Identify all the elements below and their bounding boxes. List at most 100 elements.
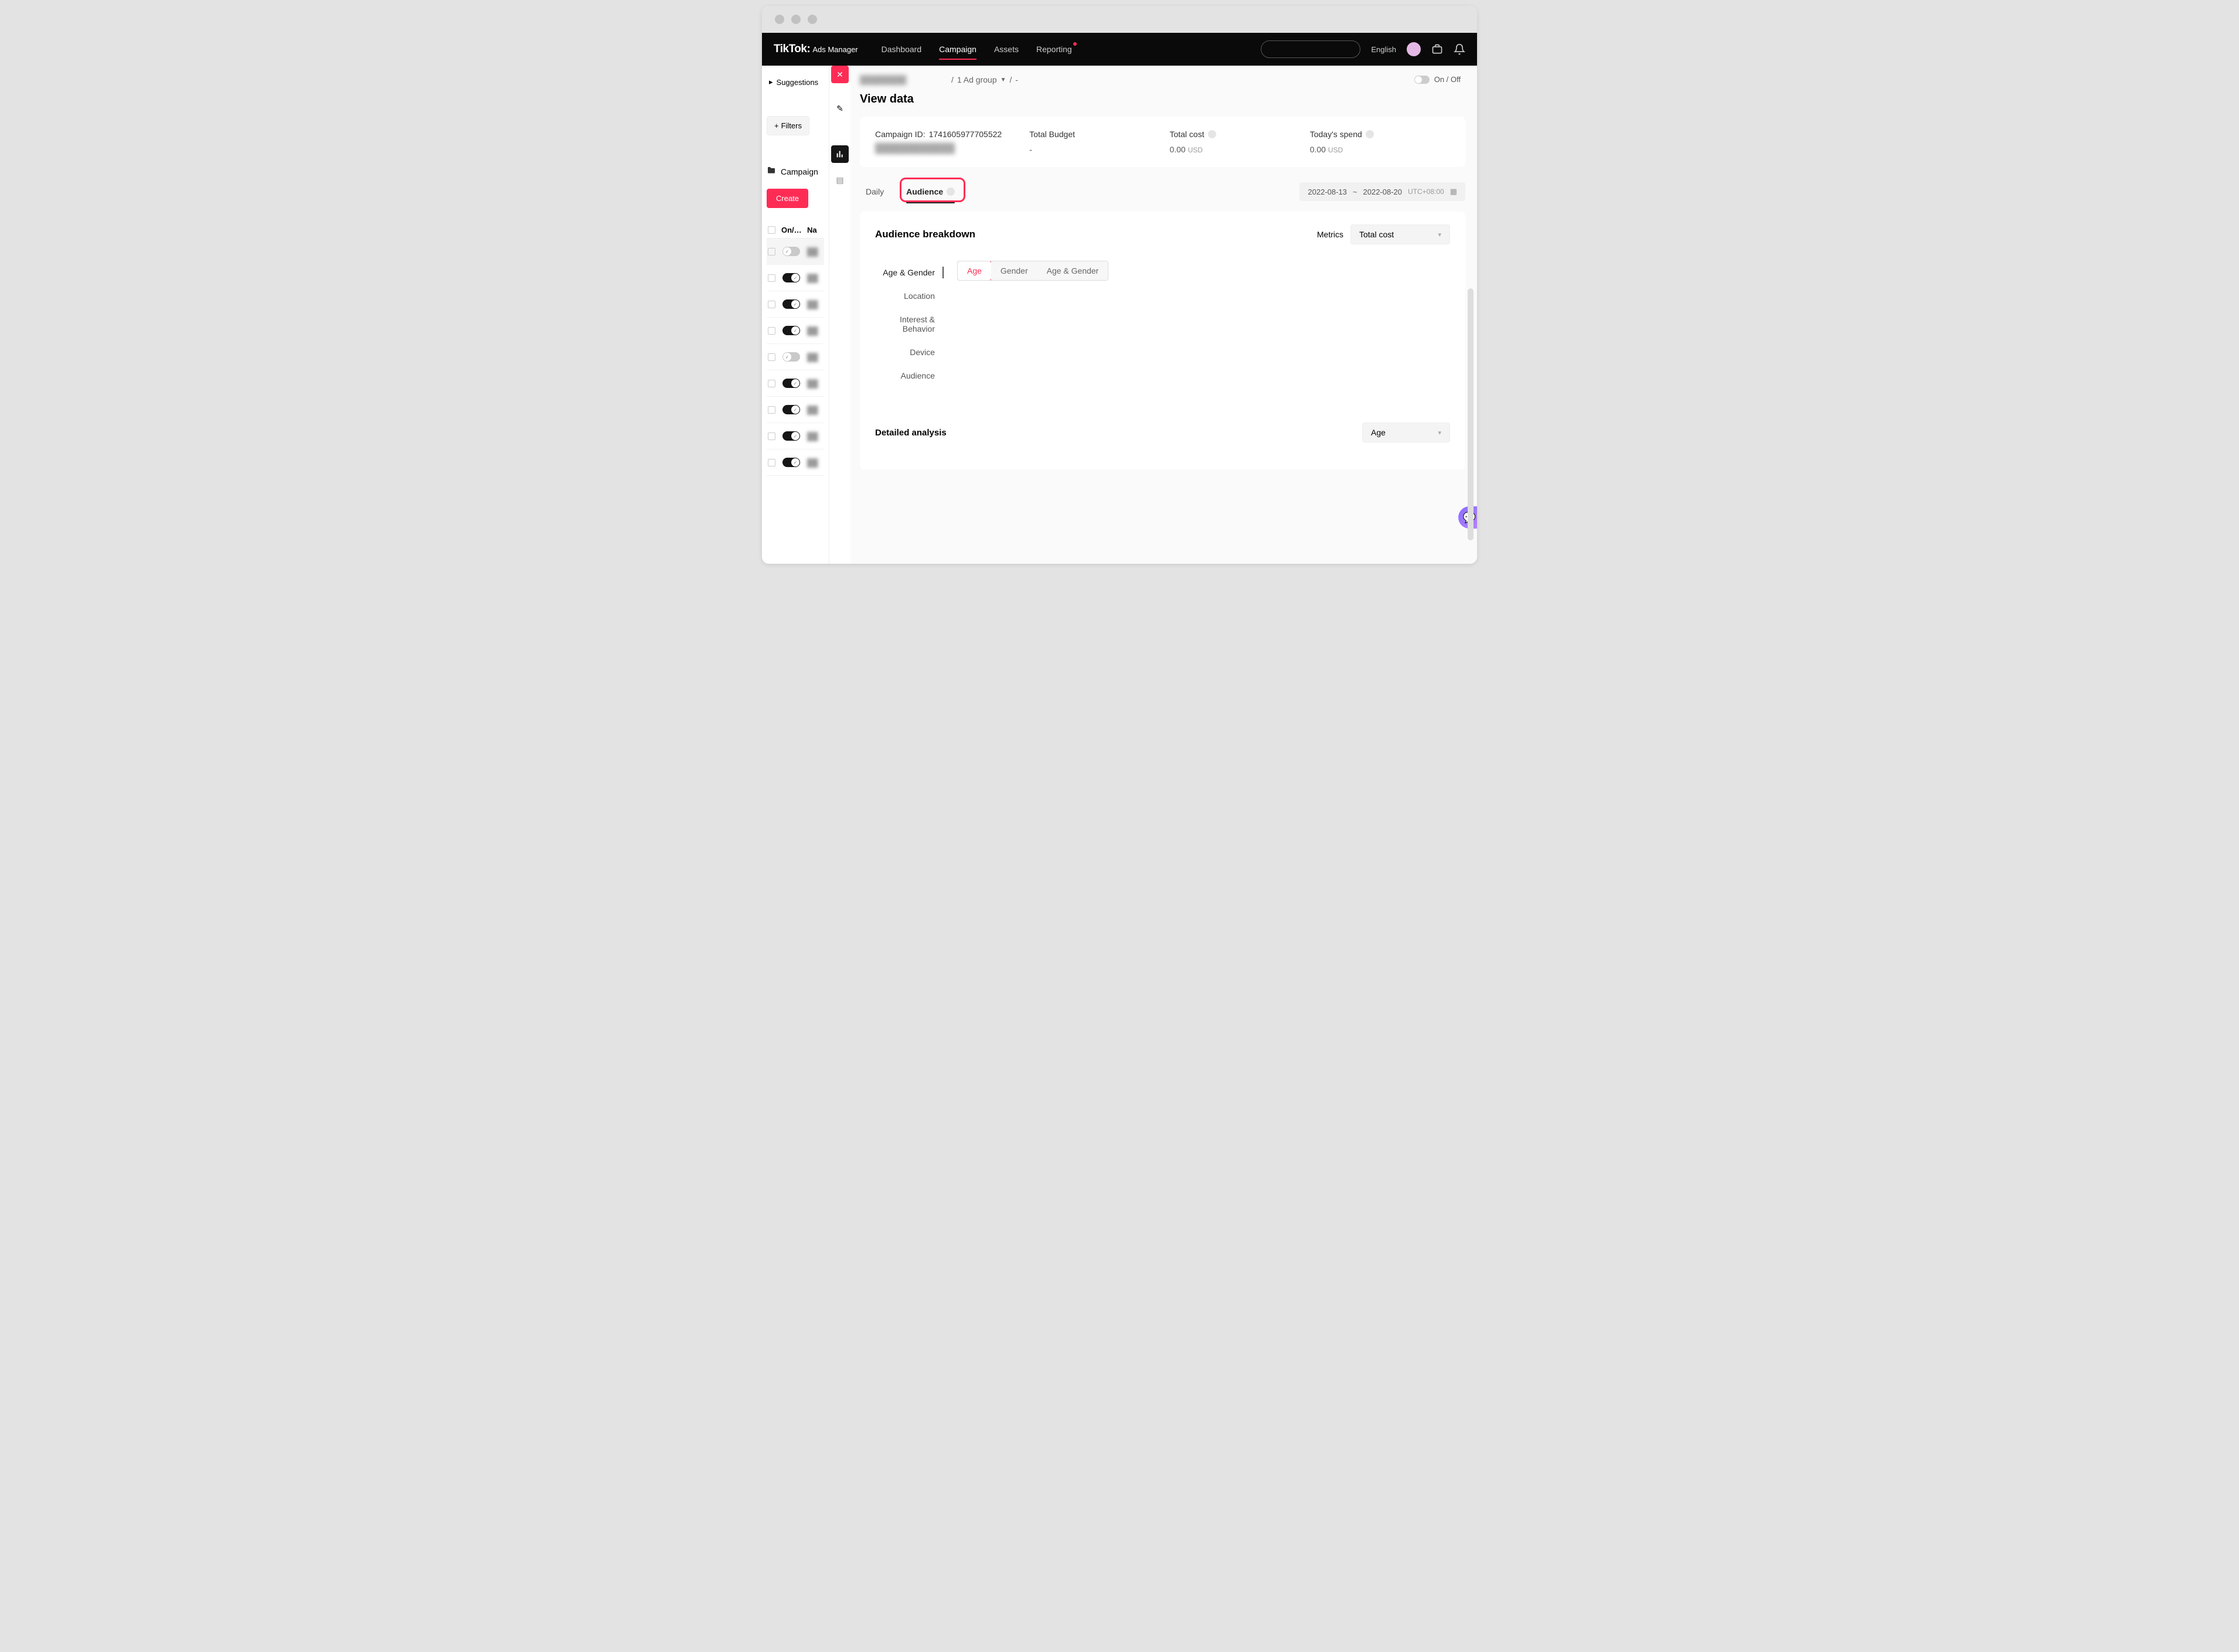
nav-campaign[interactable]: Campaign: [939, 40, 976, 59]
table-row[interactable]: ✓ ██: [767, 239, 824, 265]
traffic-light-close[interactable]: [775, 15, 784, 24]
crumb-campaign-name[interactable]: ████████: [860, 75, 948, 84]
main-content: ████████ / 1 Ad group ▼ / - On / Off Vie…: [850, 66, 1477, 564]
col-name: Na: [807, 226, 817, 234]
suggestions-row[interactable]: ▸ Suggestions: [767, 73, 824, 91]
row-toggle[interactable]: ✓: [782, 247, 800, 256]
side-age-gender[interactable]: Age & Gender: [875, 261, 945, 284]
table-row[interactable]: ✓██: [767, 265, 824, 291]
nav-reporting-label: Reporting: [1036, 45, 1072, 54]
nav-right: English: [1261, 40, 1465, 58]
nav-assets[interactable]: Assets: [994, 40, 1019, 59]
tab-daily[interactable]: Daily: [860, 183, 890, 200]
row-checkbox[interactable]: [768, 432, 775, 440]
campaign-name-blurred: ████████████: [875, 144, 1029, 154]
seg-gender[interactable]: Gender: [991, 261, 1037, 280]
brand-subtitle: Ads Manager: [812, 45, 858, 54]
create-button[interactable]: Create: [767, 189, 808, 208]
side-audience[interactable]: Audience: [875, 364, 945, 387]
row-checkbox[interactable]: [768, 248, 775, 256]
calendar-icon: ▦: [1450, 187, 1457, 196]
breakdown-panel: Audience breakdown Metrics Total cost ▾ …: [860, 212, 1465, 469]
table-row[interactable]: ✓ ██: [767, 397, 824, 423]
date-sep: ~: [1353, 188, 1357, 196]
edit-icon[interactable]: ✎: [831, 100, 849, 117]
help-icon[interactable]: [1208, 130, 1216, 138]
row-checkbox[interactable]: [768, 406, 775, 414]
table-row[interactable]: ✓ ██: [767, 318, 824, 344]
row-toggle[interactable]: ✓: [782, 299, 800, 309]
row-name-blurred: ██: [807, 326, 818, 335]
row-toggle[interactable]: ✓: [782, 431, 800, 441]
table-row[interactable]: ✓██: [767, 291, 824, 318]
table-row[interactable]: ✓ ██: [767, 344, 824, 370]
row-name-blurred: ██: [807, 406, 818, 414]
total-budget-value: -: [1029, 145, 1169, 154]
row-name-blurred: ██: [807, 353, 818, 362]
row-toggle[interactable]: ✓: [782, 458, 800, 467]
nav-reporting[interactable]: Reporting: [1036, 40, 1072, 59]
toggle-switch[interactable]: [1414, 76, 1430, 84]
date-range-picker[interactable]: 2022-08-13 ~ 2022-08-20 UTC+08:00 ▦: [1299, 182, 1465, 201]
row-checkbox[interactable]: [768, 274, 775, 282]
help-icon[interactable]: [1366, 130, 1374, 138]
row-toggle[interactable]: ✓: [782, 405, 800, 414]
breakdown-side-nav: Age & Gender Location Interest & Behavio…: [875, 261, 945, 387]
chevron-down-icon[interactable]: ▼: [1001, 77, 1006, 83]
on-label: On: [1434, 75, 1444, 84]
date-to: 2022-08-20: [1363, 188, 1403, 196]
table-row[interactable]: ✓ ██: [767, 423, 824, 449]
side-device[interactable]: Device: [875, 340, 945, 364]
table-row[interactable]: ✓██: [767, 449, 824, 476]
row-checkbox[interactable]: [768, 301, 775, 308]
caret-right-icon: ▸: [769, 77, 773, 87]
help-icon[interactable]: [947, 188, 955, 196]
nav-links: Dashboard Campaign Assets Reporting: [882, 40, 1072, 59]
filters-button[interactable]: + Filters: [767, 116, 809, 135]
detail-select[interactable]: Age ▾: [1362, 423, 1450, 442]
side-location[interactable]: Location: [875, 284, 945, 308]
on-off-toggle[interactable]: On / Off: [1414, 75, 1461, 84]
row-name-blurred: ██: [807, 432, 818, 441]
row-name-blurred: ██: [807, 247, 818, 256]
row-checkbox[interactable]: [768, 353, 775, 361]
bell-icon[interactable]: [1454, 43, 1465, 55]
filters-label: Filters: [781, 121, 802, 130]
row-toggle[interactable]: ✓: [782, 352, 800, 362]
row-toggle[interactable]: ✓: [782, 379, 800, 388]
seg-age-gender[interactable]: Age & Gender: [1037, 261, 1108, 280]
tab-audience[interactable]: Audience: [900, 183, 961, 200]
crumb-adgroup[interactable]: 1 Ad group: [957, 75, 997, 84]
close-panel-button[interactable]: ✕: [831, 66, 849, 83]
row-checkbox[interactable]: [768, 380, 775, 387]
total-cost-currency: USD: [1188, 146, 1203, 154]
select-all-checkbox[interactable]: [768, 226, 775, 234]
business-icon[interactable]: [1431, 43, 1443, 55]
user-avatar[interactable]: [1407, 42, 1421, 56]
scrollbar[interactable]: [1468, 288, 1474, 540]
seg-age[interactable]: Age: [957, 261, 992, 281]
traffic-light-max[interactable]: [808, 15, 817, 24]
search-input[interactable]: [1261, 40, 1360, 58]
document-icon[interactable]: ▤: [831, 171, 849, 189]
detail-select-value: Age: [1371, 428, 1386, 437]
row-toggle[interactable]: ✓: [782, 326, 800, 335]
row-checkbox[interactable]: [768, 327, 775, 335]
metrics-select[interactable]: Total cost ▾: [1350, 224, 1450, 244]
campaign-folder-row[interactable]: Campaign: [767, 166, 824, 177]
row-toggle[interactable]: ✓: [782, 273, 800, 282]
app-window: TikTok: Ads Manager Dashboard Campaign A…: [762, 6, 1477, 564]
total-cost-label: Total cost: [1169, 130, 1204, 139]
plus-icon: +: [774, 121, 779, 130]
suggestions-label: Suggestions: [777, 78, 819, 87]
traffic-light-min[interactable]: [791, 15, 801, 24]
nav-dashboard[interactable]: Dashboard: [882, 40, 922, 59]
row-checkbox[interactable]: [768, 459, 775, 466]
date-from: 2022-08-13: [1308, 188, 1347, 196]
todays-spend-label: Today's spend: [1310, 130, 1362, 139]
table-row[interactable]: ✓██: [767, 370, 824, 397]
chart-icon[interactable]: [831, 145, 849, 163]
language-selector[interactable]: English: [1371, 45, 1396, 54]
side-interest[interactable]: Interest & Behavior: [875, 308, 945, 340]
icon-rail: ✕ ✎ ▤: [829, 66, 850, 564]
